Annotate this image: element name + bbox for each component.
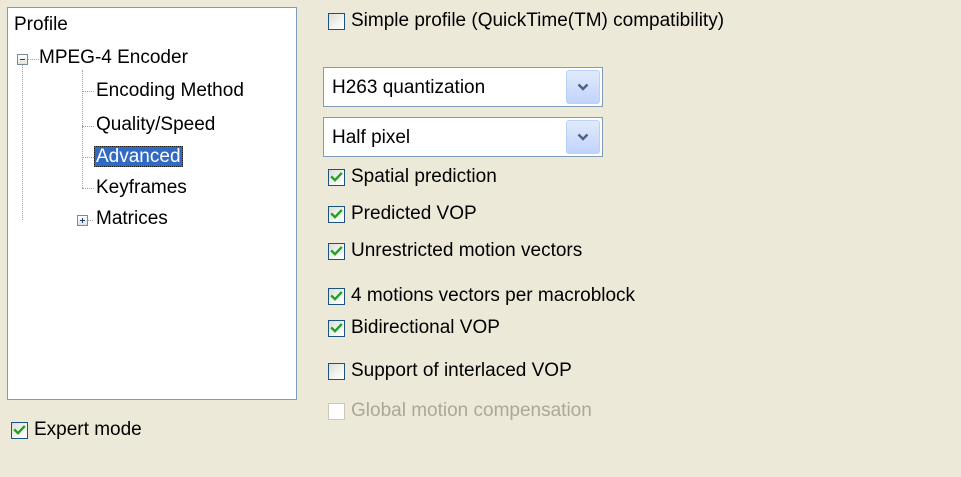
tree-item-advanced[interactable]: Advanced [94, 146, 183, 170]
global-motion-compensation-label: Global motion compensation [351, 400, 592, 421]
tree-item-mpeg4-encoder[interactable]: MPEG-4 Encoder [37, 47, 190, 71]
predicted-vop-label: Predicted VOP [351, 203, 477, 224]
tree-connector-line [82, 91, 94, 92]
tree-item-quality-speed[interactable]: Quality/Speed [94, 114, 217, 138]
checkmark-icon [330, 171, 343, 182]
collapse-icon[interactable] [17, 54, 28, 65]
unrestricted-motion-vectors-option[interactable]: Unrestricted motion vectors [328, 238, 582, 264]
pixel-mode-dropdown[interactable]: Half pixel [323, 117, 603, 157]
simple-profile-checkbox[interactable] [328, 12, 345, 30]
simple-profile-option[interactable]: Simple profile (QuickTime(TM) compatibil… [328, 8, 724, 34]
tree-item-keyframes[interactable]: Keyframes [94, 177, 189, 201]
unrestricted-motion-vectors-label: Unrestricted motion vectors [351, 240, 583, 261]
global-motion-compensation-option: Global motion compensation [328, 398, 592, 424]
settings-tree[interactable]: Profile MPEG-4 Encoder Encoding Method Q… [7, 7, 297, 400]
spatial-prediction-option[interactable]: Spatial prediction [328, 164, 497, 190]
tree-item-label: Advanced [94, 146, 183, 167]
tree-connector-line [82, 188, 94, 189]
global-motion-compensation-checkbox [328, 402, 345, 420]
tree-item-label: Quality/Speed [96, 114, 216, 135]
tree-item-encoding-method[interactable]: Encoding Method [94, 80, 246, 104]
bidirectional-vop-label: Bidirectional VOP [351, 317, 500, 338]
interlaced-vop-option[interactable]: Support of interlaced VOP [328, 358, 572, 384]
bidirectional-vop-option[interactable]: Bidirectional VOP [328, 315, 500, 341]
four-motion-vectors-option[interactable]: 4 motions vectors per macroblock [328, 283, 635, 309]
chevron-down-icon[interactable] [566, 120, 600, 154]
tree-connector-line [82, 70, 83, 188]
unrestricted-motion-vectors-checkbox[interactable] [328, 242, 345, 260]
predicted-vop-checkbox[interactable] [328, 205, 345, 223]
tree-item-label: Encoding Method [96, 80, 244, 101]
checkmark-icon [330, 208, 343, 219]
bidirectional-vop-checkbox[interactable] [328, 319, 345, 337]
four-motion-vectors-checkbox[interactable] [328, 287, 345, 305]
tree-item-matrices[interactable]: Matrices [94, 208, 170, 232]
quantization-value: H263 quantization [332, 77, 486, 98]
checkmark-icon [330, 290, 343, 301]
interlaced-vop-checkbox[interactable] [328, 362, 345, 380]
spatial-prediction-label: Spatial prediction [351, 166, 497, 187]
chevron-down-icon[interactable] [566, 70, 600, 104]
checkmark-icon [13, 424, 26, 435]
quantization-dropdown[interactable]: H263 quantization [323, 67, 603, 107]
pixel-mode-value: Half pixel [332, 127, 411, 148]
expert-mode-option[interactable]: Expert mode [11, 417, 142, 443]
interlaced-vop-label: Support of interlaced VOP [351, 360, 572, 381]
expand-icon[interactable] [77, 215, 88, 226]
checkmark-icon [330, 322, 343, 333]
predicted-vop-option[interactable]: Predicted VOP [328, 201, 477, 227]
simple-profile-label: Simple profile (QuickTime(TM) compatibil… [351, 10, 725, 31]
tree-connector-line [22, 54, 23, 220]
checkmark-icon [330, 245, 343, 256]
four-motion-vectors-label: 4 motions vectors per macroblock [351, 285, 636, 306]
tree-item-label: Matrices [96, 208, 168, 229]
tree-item-label: Keyframes [96, 177, 187, 198]
expert-mode-checkbox[interactable] [11, 421, 28, 439]
tree-connector-line [82, 157, 94, 158]
tree-root-label: Profile [14, 14, 68, 35]
tree-item-label: MPEG-4 Encoder [39, 47, 188, 68]
tree-connector-line [82, 126, 94, 127]
spatial-prediction-checkbox[interactable] [328, 168, 345, 186]
tree-root-profile[interactable]: Profile [12, 14, 70, 38]
expert-mode-label: Expert mode [34, 419, 142, 440]
